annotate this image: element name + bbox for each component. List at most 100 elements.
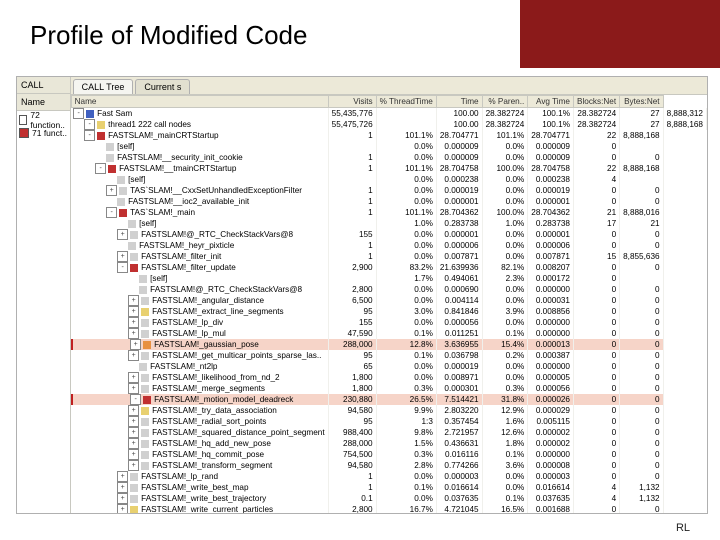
node-icon xyxy=(143,341,151,349)
node-name: FASTSLAM!_lp_rand xyxy=(141,472,218,481)
tree-row[interactable]: FASTSLAM!_nt2lp650.0%0.0000190.0%0.00000… xyxy=(71,361,706,372)
expand-icon[interactable]: + xyxy=(128,427,139,438)
tree-row[interactable]: +FASTSLAM!_write_current_particles2,8001… xyxy=(71,504,706,513)
expand-icon[interactable]: + xyxy=(117,504,128,513)
sidebar-row[interactable]: 71 funct.. xyxy=(17,126,70,139)
col-header[interactable]: % Paren.. xyxy=(482,96,528,108)
expand-icon[interactable]: + xyxy=(128,460,139,471)
tree-row[interactable]: +FASTSLAM!_lp_div1550.0%0.0000560.0%0.00… xyxy=(71,317,706,328)
tab-current-s[interactable]: Current s xyxy=(135,79,190,94)
expand-icon[interactable]: + xyxy=(128,306,139,317)
tree-row[interactable]: +FASTSLAM!_get_multicar_points_sparse_la… xyxy=(71,350,706,361)
tree-row[interactable]: -FASTSLAM!_filter_update2,90083.2%21.639… xyxy=(71,262,706,273)
cell: 21 xyxy=(620,218,663,229)
expand-icon[interactable]: + xyxy=(117,471,128,482)
cell: 0.0% xyxy=(482,284,528,295)
expand-icon[interactable]: + xyxy=(128,383,139,394)
tree-row[interactable]: +FASTSLAM!_write_best_trajectory0.10.0%0… xyxy=(71,493,706,504)
col-header[interactable]: Bytes:Net xyxy=(620,96,663,108)
cell: 0.005115 xyxy=(528,416,574,427)
tree-row[interactable]: +FASTSLAM!_transform_segment94,5802.8%0.… xyxy=(71,460,706,471)
tree-row[interactable]: +FASTSLAM!_hq_add_new_pose288,0001.5%0.4… xyxy=(71,438,706,449)
collapse-icon[interactable]: - xyxy=(84,119,95,130)
tree-row[interactable]: +FASTSLAM!_hq_commit_pose754,5000.3%0.01… xyxy=(71,449,706,460)
tab-call-tree[interactable]: CALL Tree xyxy=(73,79,134,94)
tree-row[interactable]: [self]0.0%0.0002380.0%0.0002384 xyxy=(71,174,706,185)
tree-row[interactable]: +FASTSLAM!_write_best_map10.1%0.0166140.… xyxy=(71,482,706,493)
tree-row[interactable]: FASTSLAM!@_RTC_CheckStackVars@82,8000.0%… xyxy=(71,284,706,295)
spacer xyxy=(117,241,126,250)
col-header[interactable]: Name xyxy=(71,96,329,108)
tree-row[interactable]: [self]0.0%0.0000090.0%0.0000090 xyxy=(71,141,706,152)
tree-row[interactable]: +FASTSLAM!_lp_mul47,5900.1%0.0112510.1%0… xyxy=(71,328,706,339)
expand-icon[interactable]: + xyxy=(117,493,128,504)
cell: 0.000001 xyxy=(528,229,574,240)
collapse-icon[interactable]: - xyxy=(117,262,128,273)
tree-row[interactable]: +TAS`SLAM!__CxxSetUnhandledExceptionFilt… xyxy=(71,185,706,196)
tree-row[interactable]: -FASTSLAM!_mainCRTStartup1101.1%28.70477… xyxy=(71,130,706,141)
collapse-icon[interactable]: - xyxy=(84,130,95,141)
expand-icon[interactable]: + xyxy=(128,405,139,416)
expand-icon[interactable]: + xyxy=(117,251,128,262)
tree-row[interactable]: +FASTSLAM!_try_data_association94,5809.9… xyxy=(71,405,706,416)
node-icon xyxy=(143,396,151,404)
collapse-icon[interactable]: - xyxy=(95,163,106,174)
tree-row[interactable]: +FASTSLAM!_likelihood_from_nd_21,8000.0%… xyxy=(71,372,706,383)
expand-icon[interactable]: + xyxy=(117,482,128,493)
expand-icon[interactable]: + xyxy=(128,438,139,449)
cell: 0.000301 xyxy=(436,383,482,394)
tree-row[interactable]: +FASTSLAM!_extract_line_segments953.0%0.… xyxy=(71,306,706,317)
tree-row[interactable]: +FASTSLAM!_merge_segments1,8000.3%0.0003… xyxy=(71,383,706,394)
tree-row[interactable]: -FASTSLAM!__tmainCRTStartup1101.1%28.704… xyxy=(71,163,706,174)
tree-row[interactable]: +FASTSLAM!@_RTC_CheckStackVars@81550.0%0… xyxy=(71,229,706,240)
sidebar-row[interactable]: 72 function.. xyxy=(17,113,70,126)
cell: 0.000056 xyxy=(528,383,574,394)
tab-strip: CALL TreeCurrent s xyxy=(71,77,707,95)
expand-icon[interactable]: + xyxy=(128,317,139,328)
expand-icon[interactable]: + xyxy=(128,449,139,460)
cell: 28.382724 xyxy=(573,108,619,120)
tree-row[interactable]: [self]1.0%0.2837381.0%0.2837381721 xyxy=(71,218,706,229)
col-header[interactable]: Blocks:Net xyxy=(573,96,619,108)
spacer xyxy=(106,175,115,184)
cell: 0.000013 xyxy=(528,339,574,350)
expand-icon[interactable]: + xyxy=(128,350,139,361)
expand-icon[interactable]: + xyxy=(128,328,139,339)
collapse-icon[interactable]: - xyxy=(73,108,84,119)
expand-icon[interactable]: + xyxy=(106,185,117,196)
tree-row[interactable]: -TAS`SLAM!_main1101.1%28.704362100.0%28.… xyxy=(71,207,706,218)
cell: 100.0% xyxy=(482,207,528,218)
col-header[interactable]: % ThreadTime xyxy=(376,96,436,108)
col-header[interactable]: Avg Time xyxy=(528,96,574,108)
tree-row[interactable]: +FASTSLAM!_lp_rand10.0%0.0000030.0%0.000… xyxy=(71,471,706,482)
tree-row[interactable]: +FASTSLAM!_angular_distance6,5000.0%0.00… xyxy=(71,295,706,306)
node-icon xyxy=(119,209,127,217)
cell: 83.2% xyxy=(376,262,436,273)
tree-row[interactable]: +FASTSLAM!_filter_init10.0%0.0078710.0%0… xyxy=(71,251,706,262)
expand-icon[interactable]: + xyxy=(128,295,139,306)
node-name: [self] xyxy=(128,175,145,184)
cell: 0.1 xyxy=(329,493,376,504)
expand-icon[interactable]: + xyxy=(130,339,141,350)
tree-row[interactable]: +FASTSLAM!_gaussian_pose288,00012.8%3.63… xyxy=(71,339,706,350)
tree-row[interactable]: -Fast Sam55,435,776100.0028.382724100.1%… xyxy=(71,108,706,120)
tree-row[interactable]: -FASTSLAM!_motion_model_deadreck230,8802… xyxy=(71,394,706,405)
tree-row[interactable]: FASTSLAM!__security_init_cookie10.0%0.00… xyxy=(71,152,706,163)
node-icon xyxy=(141,374,149,382)
tree-row[interactable]: -thread1 222 call nodes55,475,726100.002… xyxy=(71,119,706,130)
node-icon xyxy=(108,165,116,173)
call-tree-grid[interactable]: NameVisits% ThreadTimeTime% Paren..Avg T… xyxy=(71,95,707,513)
collapse-icon[interactable]: - xyxy=(130,394,141,405)
tree-row[interactable]: FASTSLAM!__ioc2_available_init10.0%0.000… xyxy=(71,196,706,207)
expand-icon[interactable]: + xyxy=(128,372,139,383)
expand-icon[interactable]: + xyxy=(128,416,139,427)
tree-row[interactable]: FASTSLAM!_heyr_pixticle10.0%0.0000060.0%… xyxy=(71,240,706,251)
cell: 16.7% xyxy=(376,504,436,513)
expand-icon[interactable]: + xyxy=(117,229,128,240)
col-header[interactable]: Visits xyxy=(329,96,376,108)
collapse-icon[interactable]: - xyxy=(106,207,117,218)
col-header[interactable]: Time xyxy=(436,96,482,108)
tree-row[interactable]: +FASTSLAM!_radial_sort_points951:30.3574… xyxy=(71,416,706,427)
tree-row[interactable]: [self]1.7%0.4940612.3%0.0001720 xyxy=(71,273,706,284)
tree-row[interactable]: +FASTSLAM!_squared_distance_point_segmen… xyxy=(71,427,706,438)
